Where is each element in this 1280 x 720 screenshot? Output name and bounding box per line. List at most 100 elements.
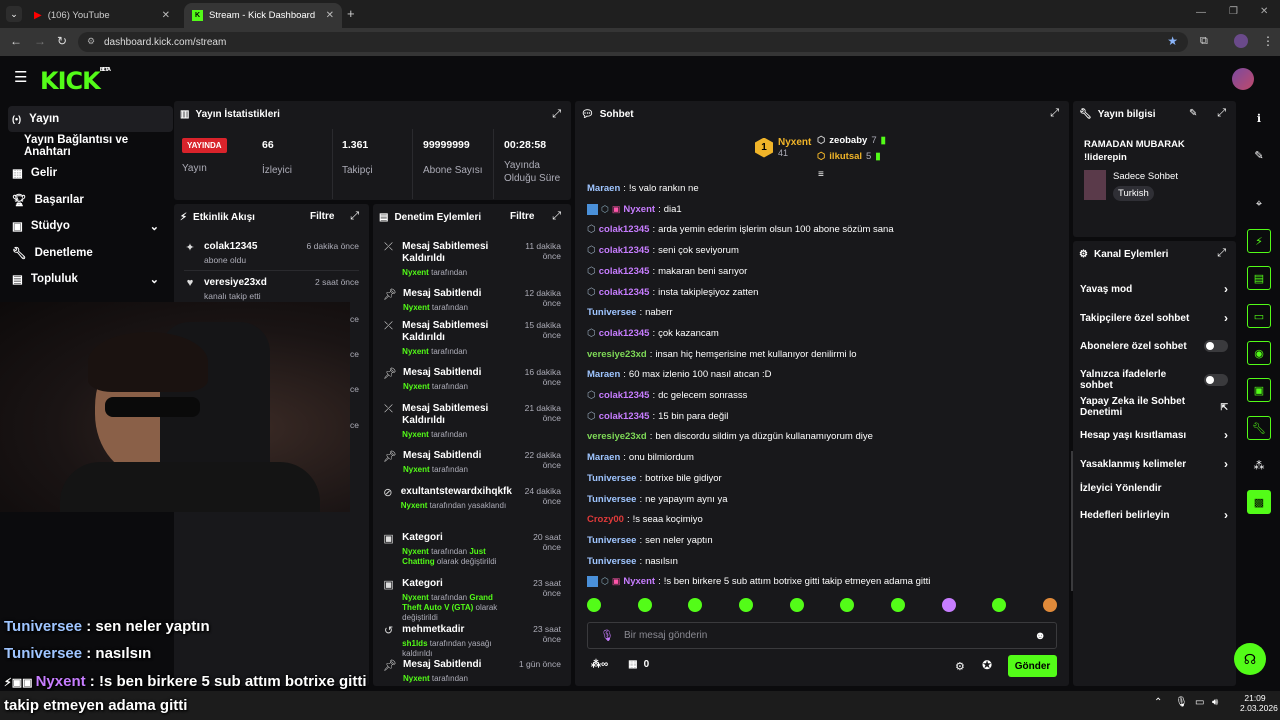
- sunglasses: [105, 397, 200, 417]
- bookmark-star-icon[interactable]: ★: [1167, 34, 1178, 48]
- clock[interactable]: 21:09 2.03.2026: [1240, 693, 1278, 713]
- emote-icon[interactable]: [840, 598, 855, 612]
- forward-icon[interactable]: →: [34, 34, 46, 48]
- points-icon[interactable]: ⁂∞: [591, 659, 608, 670]
- tab-youtube[interactable]: ▶ (106) YouTube ✕: [26, 3, 178, 28]
- channel-action-item[interactable]: İzleyici Yönlendir: [1080, 483, 1228, 494]
- emote-icon[interactable]: [587, 598, 601, 612]
- document-icon[interactable]: ▤: [1247, 266, 1271, 290]
- address-bar[interactable]: ⚙ dashboard.kick.com/stream ★: [78, 32, 1188, 52]
- emoji-icon[interactable]: ☻: [1034, 630, 1046, 642]
- sidebar-item-stream[interactable]: (•) Yayın: [8, 106, 173, 132]
- panel-title: Yayın bilgisi: [1097, 109, 1156, 120]
- community-icon[interactable]: ⁂: [1247, 453, 1271, 477]
- chat-message: veresiye23xd: ben discordu sildim ya düz…: [587, 431, 873, 443]
- emote-icon[interactable]: [1042, 598, 1057, 612]
- layout-icon[interactable]: ▣: [1247, 378, 1271, 402]
- kick-logo[interactable]: KICKBETA: [40, 67, 111, 95]
- list-item: ✦ colak12345 abone oldu 6 dakika önce: [185, 241, 359, 265]
- channel-action-item[interactable]: Hedefleri belirleyin ›: [1080, 508, 1228, 522]
- streamer-hair: [88, 332, 208, 392]
- support-chat-button[interactable]: ☊: [1234, 643, 1266, 675]
- emote-icon[interactable]: [789, 598, 804, 612]
- channel-action-item[interactable]: Hesap yaşı kısıtlaması ›: [1080, 428, 1228, 442]
- channel-action-item[interactable]: Yapay Zeka ile Sohbet Denetimi ⇱: [1080, 396, 1228, 418]
- expand-icon[interactable]: ⤢: [350, 210, 359, 223]
- close-window-icon[interactable]: ✕: [1260, 6, 1268, 17]
- avatar-icon[interactable]: ▩: [1247, 490, 1271, 514]
- badge-icon: ⬡: [601, 203, 609, 214]
- channel-action-item[interactable]: Takipçilere özel sohbet ›: [1080, 311, 1228, 325]
- new-tab-icon[interactable]: +: [347, 6, 355, 21]
- profile-avatar[interactable]: [1234, 34, 1248, 48]
- filter-button[interactable]: Filtre: [310, 211, 334, 222]
- send-button[interactable]: Gönder: [1008, 655, 1057, 677]
- broadcast-icon[interactable]: ◉: [1247, 341, 1271, 365]
- hamburger-menu-icon[interactable]: ☰: [14, 68, 27, 86]
- pin-icon: ⤫: [384, 320, 393, 332]
- edit-icon[interactable]: ✎: [1247, 143, 1271, 167]
- sidebar-item-community[interactable]: ▤ Topluluk ⌄: [8, 266, 173, 292]
- close-icon[interactable]: ✕: [162, 10, 170, 21]
- tray-chevron-icon[interactable]: ⌃: [1154, 697, 1162, 708]
- chevron-right-icon: ›: [1224, 282, 1228, 296]
- filter-button[interactable]: Filtre: [510, 211, 534, 222]
- expand-icon[interactable]: ⤢: [552, 108, 561, 121]
- tab-search-icon[interactable]: ⌄: [6, 6, 22, 22]
- bot-icon[interactable]: ✪: [982, 658, 992, 672]
- back-icon[interactable]: ←: [10, 34, 22, 48]
- edit-pencil-icon[interactable]: ✎: [1189, 108, 1197, 119]
- channel-action-item[interactable]: Yasaklanmış kelimeler ›: [1080, 457, 1228, 471]
- chat-input[interactable]: 🎙︎ Bir mesaj gönderin ☻: [587, 622, 1057, 649]
- expand-icon[interactable]: ⤢: [1217, 107, 1226, 120]
- minimize-icon[interactable]: —: [1196, 7, 1206, 18]
- lightning-icon[interactable]: ⚡︎: [1247, 229, 1271, 253]
- pinned-toggle-icon[interactable]: ≡: [818, 169, 824, 180]
- user-avatar[interactable]: [1232, 68, 1254, 90]
- expand-icon[interactable]: ⤢: [1050, 107, 1059, 120]
- emote-icon[interactable]: [890, 598, 905, 612]
- toggle-switch[interactable]: [1204, 340, 1228, 352]
- chevron-right-icon: ›: [1224, 428, 1228, 442]
- capture-icon[interactable]: ⌖: [1247, 192, 1271, 216]
- microphone-icon[interactable]: 🎙︎: [600, 629, 614, 642]
- info-icon[interactable]: ℹ: [1247, 106, 1271, 130]
- chat-icon[interactable]: ▭: [1247, 304, 1271, 328]
- extensions-icon[interactable]: ⧉: [1200, 35, 1208, 48]
- channel-action-item[interactable]: Yavaş mod ›: [1080, 282, 1228, 296]
- sidebar-item-moderation[interactable]: 🔧︎ Denetleme: [8, 240, 173, 266]
- wrench-icon[interactable]: 🔧︎: [1247, 416, 1271, 440]
- chat-message: ⬡ ▣ Nyxent: dia1: [587, 203, 682, 215]
- emote-icon[interactable]: [637, 598, 652, 612]
- reload-icon[interactable]: ↻: [57, 34, 67, 48]
- sidebar-item-achievements[interactable]: 🏆︎ Başarılar: [8, 187, 173, 213]
- emote-icon[interactable]: [992, 598, 1007, 612]
- close-icon[interactable]: ✕: [326, 10, 334, 21]
- sidebar-item-stream-key[interactable]: Yayın Bağlantısı ve Anahtarı: [8, 133, 173, 159]
- microphone-icon[interactable]: 🎙︎: [1175, 697, 1188, 708]
- sidebar-item-revenue[interactable]: ▦ Gelir: [8, 160, 173, 186]
- restore-icon[interactable]: ❐: [1229, 6, 1238, 17]
- emote-icon[interactable]: [738, 598, 753, 612]
- points-display[interactable]: ▦ 0: [628, 659, 649, 670]
- emote-icon[interactable]: [941, 598, 956, 612]
- expand-icon[interactable]: ⤢: [552, 210, 561, 223]
- chat-message: Tuniversee: botrixe bile gidiyor: [587, 472, 722, 484]
- site-info-icon[interactable]: ⚙: [87, 36, 95, 47]
- channel-action-item[interactable]: Abonelere özel sohbet: [1080, 340, 1228, 352]
- badge-icon: ⬡: [601, 576, 609, 587]
- volume-icon[interactable]: 🔊︎: [1212, 697, 1218, 708]
- toggle-switch[interactable]: [1204, 374, 1228, 386]
- badge-icon: ⬡: [587, 286, 596, 298]
- chat-message: Maraen: 60 max izlenio 100 nasıl atıcan …: [587, 369, 772, 381]
- tab-kick-dashboard[interactable]: K Stream - Kick Dashboard ✕: [184, 3, 342, 28]
- sidebar-item-studio[interactable]: ▣ Stüdyo ⌄: [8, 213, 173, 239]
- category-icon: ▣: [383, 533, 394, 545]
- settings-gear-icon[interactable]: ⚙: [955, 660, 965, 673]
- emote-icon[interactable]: [688, 598, 703, 612]
- expand-icon[interactable]: ⤢: [1217, 247, 1226, 260]
- network-icon[interactable]: ▭: [1195, 697, 1204, 708]
- channel-action-item[interactable]: Yalnızca ifadelerle sohbet: [1080, 369, 1228, 391]
- chat-icon: 💬︎: [581, 109, 594, 120]
- browser-menu-icon[interactable]: ⋮: [1262, 34, 1274, 48]
